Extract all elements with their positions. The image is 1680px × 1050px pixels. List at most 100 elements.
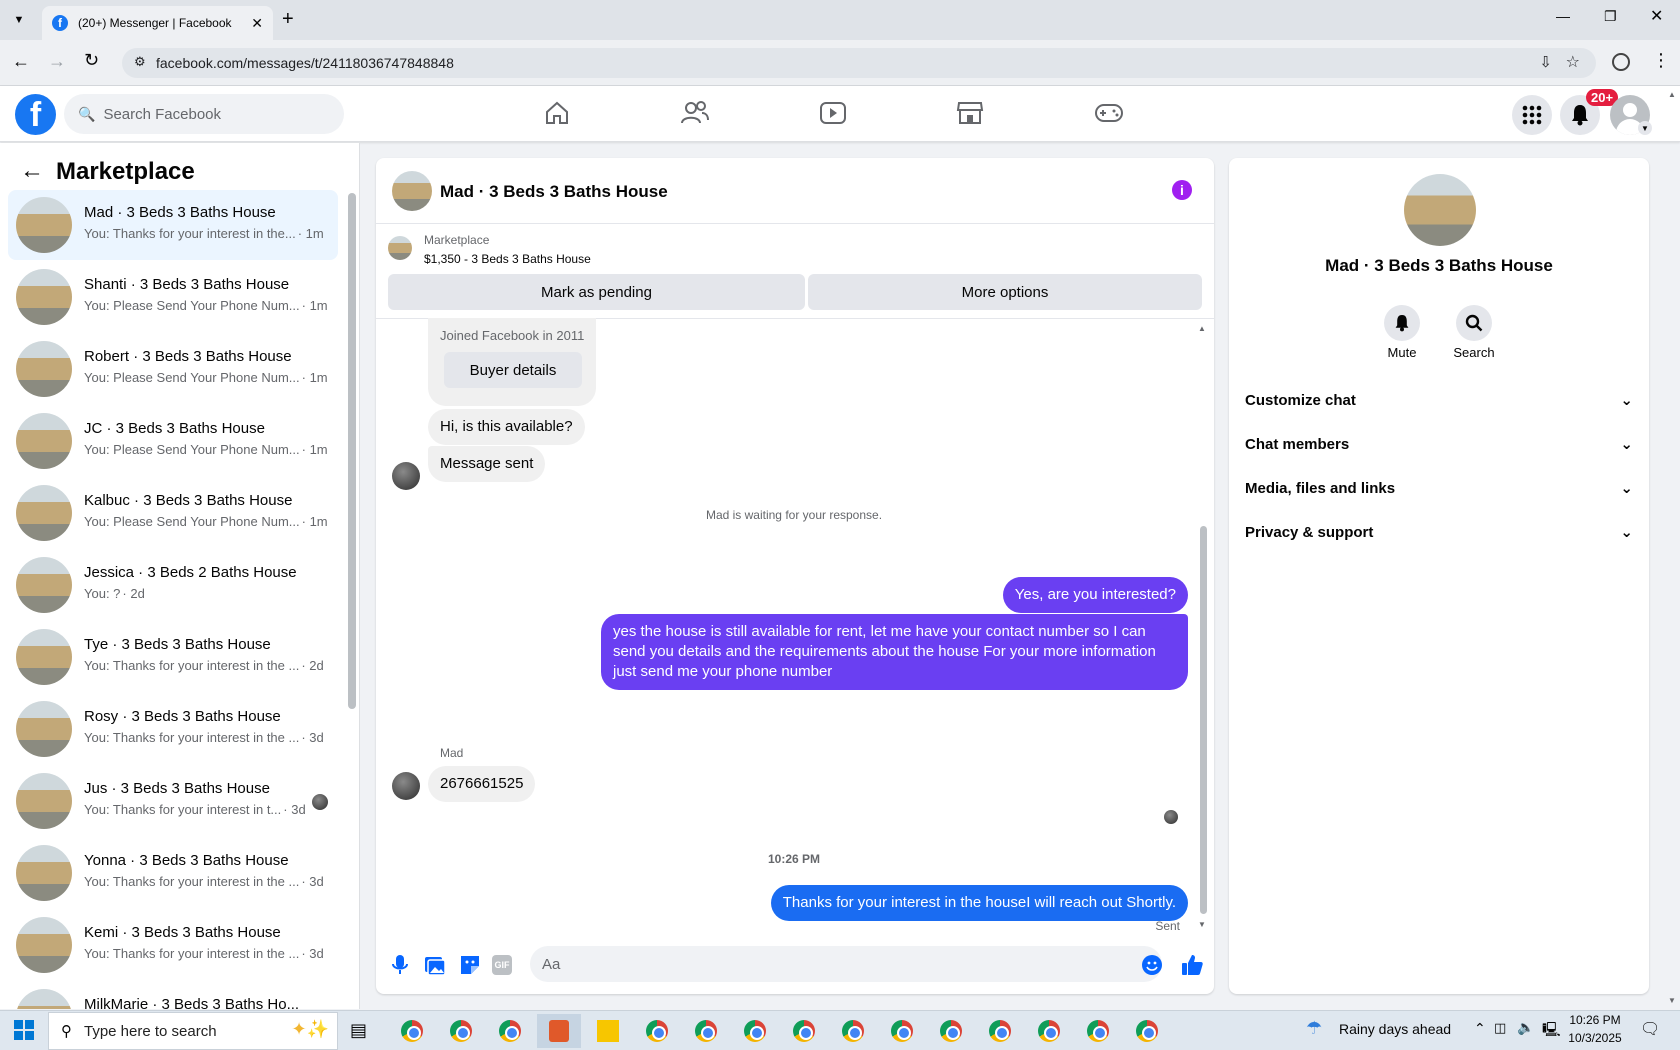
- notification-center-icon[interactable]: 🗨: [1640, 1019, 1660, 1039]
- conversation-item[interactable]: Jus · 3 Beds 3 Baths House You: Thanks fo…: [8, 766, 338, 836]
- chrome-app[interactable]: [684, 1014, 728, 1048]
- tray-chevron-icon[interactable]: ⌃: [1474, 1020, 1486, 1037]
- conversation-item[interactable]: Shanti · 3 Beds 3 Baths House You: Please…: [8, 262, 338, 332]
- taskbar-search[interactable]: ⚲ Type here to search ✦✨: [48, 1012, 338, 1050]
- conversation-item[interactable]: JC · 3 Beds 3 Baths House You: Please Sen…: [8, 406, 338, 476]
- sticky-notes-app[interactable]: [586, 1014, 630, 1048]
- clock-time[interactable]: 10:26 PM: [1566, 1013, 1624, 1027]
- back-button[interactable]: ←: [12, 51, 30, 72]
- profile-icon[interactable]: [1612, 53, 1630, 71]
- network-icon[interactable]: 🖳: [1542, 1019, 1561, 1043]
- chrome-app[interactable]: [635, 1014, 679, 1048]
- task-view-icon[interactable]: ▤: [350, 1020, 367, 1041]
- conversation-item[interactable]: Tye · 3 Beds 3 Baths House You: Thanks fo…: [8, 622, 338, 692]
- customize-chat-section[interactable]: Customize chat ⌄: [1245, 382, 1633, 418]
- minimize-button[interactable]: —: [1556, 8, 1570, 24]
- forward-button[interactable]: →: [48, 51, 66, 72]
- chrome-app[interactable]: [929, 1014, 973, 1048]
- chrome-app[interactable]: [390, 1014, 434, 1048]
- close-window-button[interactable]: ✕: [1650, 6, 1663, 26]
- chrome-app[interactable]: [978, 1014, 1022, 1048]
- address-bar[interactable]: ⚙ facebook.com/messages/t/24118036747848…: [122, 48, 1596, 78]
- chrome-app[interactable]: [439, 1014, 483, 1048]
- conversation-item[interactable]: Jessica · 3 Beds 2 Baths House You: ? · 2d: [8, 550, 338, 620]
- sticker-icon[interactable]: [459, 954, 481, 981]
- chrome-app[interactable]: [831, 1014, 875, 1048]
- gaming-icon[interactable]: [1094, 98, 1124, 128]
- emoji-icon[interactable]: [1142, 955, 1162, 975]
- friends-icon[interactable]: [680, 98, 710, 128]
- conversation-item[interactable]: Kemi · 3 Beds 3 Baths House You: Thanks f…: [8, 910, 338, 980]
- message-incoming[interactable]: Hi, is this available?: [428, 409, 585, 445]
- home-icon[interactable]: [542, 98, 572, 128]
- install-app-icon[interactable]: ⇩: [1539, 53, 1552, 71]
- sidebar-scrollbar[interactable]: [348, 193, 356, 709]
- meet-icon[interactable]: ◫: [1494, 1020, 1506, 1036]
- conversation-item[interactable]: Rosy · 3 Beds 3 Baths House You: Thanks f…: [8, 694, 338, 764]
- conversation-item[interactable]: Kalbuc · 3 Beds 3 Baths House You: Please…: [8, 478, 338, 548]
- privacy-support-section[interactable]: Privacy & support ⌄: [1245, 514, 1633, 550]
- menu-grid-icon[interactable]: [1512, 95, 1552, 135]
- scroll-up-icon[interactable]: ▲: [1198, 324, 1206, 333]
- chat-scrollbar[interactable]: [1200, 526, 1207, 914]
- photo-icon[interactable]: [424, 954, 446, 981]
- site-info-icon[interactable]: ⚙: [134, 54, 146, 70]
- scroll-down-icon[interactable]: ▼: [1198, 920, 1206, 929]
- message-outgoing-latest[interactable]: Thanks for your interest in the houseI w…: [770, 885, 1188, 921]
- chevron-down-icon: ⌄: [1620, 392, 1633, 409]
- gif-icon[interactable]: GIF: [492, 955, 512, 975]
- message-incoming-number[interactable]: 2676661525: [428, 766, 536, 802]
- message-input[interactable]: Aa: [530, 946, 1162, 982]
- microphone-icon[interactable]: [390, 954, 410, 981]
- chat-header-avatar[interactable]: [392, 171, 432, 211]
- conversation-item[interactable]: Mad · 3 Beds 3 Baths House You: Thanks fo…: [8, 190, 338, 260]
- chrome-app[interactable]: [733, 1014, 777, 1048]
- facebook-logo-icon[interactable]: f: [15, 94, 56, 135]
- restore-button[interactable]: ❐: [1604, 8, 1617, 25]
- conversation-item[interactable]: Yonna · 3 Beds 3 Baths House You: Thanks …: [8, 838, 338, 908]
- watch-icon[interactable]: [818, 98, 848, 128]
- conversation-item[interactable]: Robert · 3 Beds 3 Baths House You: Please…: [8, 334, 338, 404]
- details-avatar[interactable]: [1404, 174, 1476, 246]
- more-options-button[interactable]: More options: [808, 274, 1202, 310]
- start-windows-icon[interactable]: [14, 1020, 34, 1045]
- page-scroll-up-icon[interactable]: ▲: [1668, 90, 1676, 99]
- listing-text[interactable]: $1,350 - 3 Beds 3 Baths House: [424, 252, 591, 266]
- chrome-app[interactable]: [1125, 1014, 1169, 1048]
- mark-as-pending-button[interactable]: Mark as pending: [388, 274, 805, 310]
- tab-close-icon[interactable]: ✕: [251, 15, 263, 32]
- conversation-item[interactable]: MilkMarie · 3 Beds 3 Baths Ho...: [8, 982, 338, 1009]
- account-chevron-icon[interactable]: ▼: [1638, 121, 1652, 135]
- tab-messenger[interactable]: f (20+) Messenger | Facebook ✕: [42, 6, 273, 40]
- message-outgoing[interactable]: Yes, are you interested?: [1002, 577, 1188, 613]
- message-incoming-system[interactable]: Message sent: [428, 446, 546, 482]
- chrome-app[interactable]: [880, 1014, 924, 1048]
- chrome-app[interactable]: [1076, 1014, 1120, 1048]
- taskbar-app-active[interactable]: [537, 1014, 581, 1048]
- media-files-links-section[interactable]: Media, files and links ⌄: [1245, 470, 1633, 506]
- chrome-app[interactable]: [1027, 1014, 1071, 1048]
- message-outgoing-long[interactable]: yes the house is still available for ren…: [601, 614, 1188, 690]
- listing-thumbnail[interactable]: [388, 236, 412, 260]
- facebook-search[interactable]: 🔍 Search Facebook: [64, 94, 344, 134]
- reload-button[interactable]: ↻: [84, 50, 99, 71]
- like-thumb-icon[interactable]: [1180, 953, 1204, 982]
- chrome-app[interactable]: [488, 1014, 532, 1048]
- buyer-details-button[interactable]: Buyer details: [444, 352, 582, 388]
- chat-members-section[interactable]: Chat members ⌄: [1245, 426, 1633, 462]
- bookmark-star-icon[interactable]: ☆: [1566, 52, 1580, 72]
- mute-button[interactable]: [1384, 305, 1420, 341]
- conversation-info-icon[interactable]: i: [1172, 180, 1192, 200]
- new-tab-button[interactable]: +: [282, 8, 294, 31]
- speaker-icon[interactable]: 🔈: [1517, 1019, 1534, 1036]
- search-in-chat-button[interactable]: [1456, 305, 1492, 341]
- back-arrow-icon[interactable]: ←: [20, 157, 44, 185]
- chrome-app[interactable]: [782, 1014, 826, 1048]
- browser-menu-icon[interactable]: ⋮: [1652, 50, 1670, 71]
- chat-header-title[interactable]: Mad · 3 Beds 3 Baths House: [440, 182, 668, 202]
- marketplace-icon[interactable]: [955, 98, 985, 128]
- weather-text[interactable]: Rainy days ahead: [1339, 1021, 1451, 1037]
- page-scroll-down-icon[interactable]: ▼: [1668, 996, 1676, 1005]
- clock-date[interactable]: 10/3/2025: [1566, 1031, 1624, 1045]
- tab-search-button[interactable]: ▼: [6, 8, 32, 32]
